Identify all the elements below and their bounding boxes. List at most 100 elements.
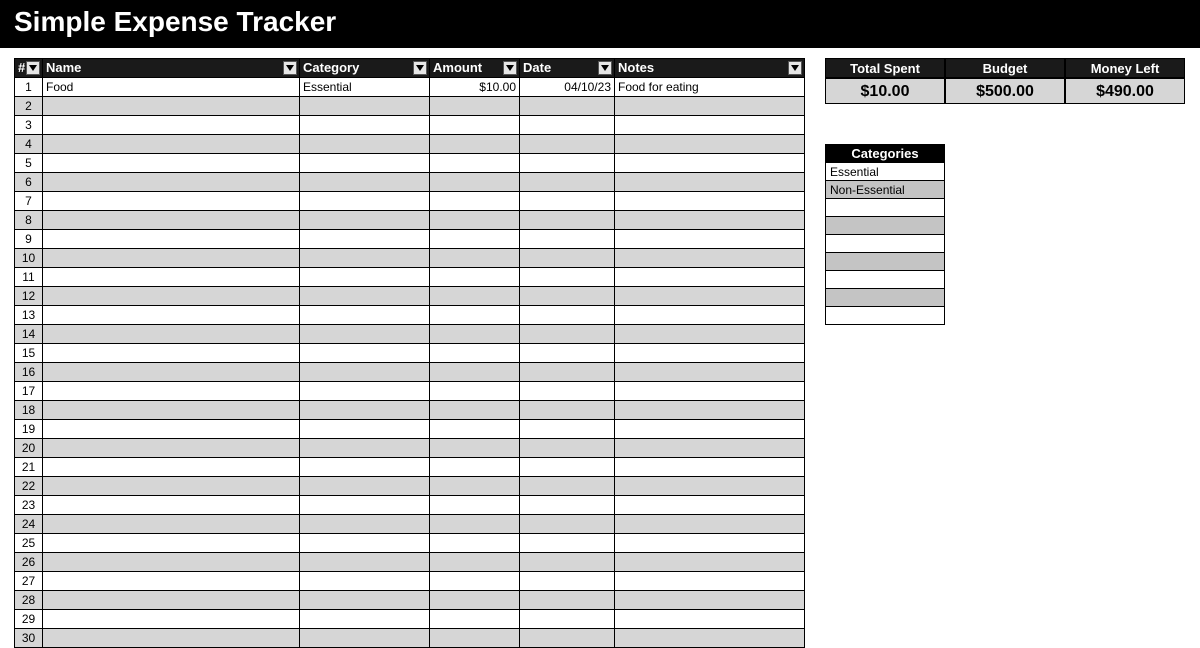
cell-category[interactable] (300, 534, 430, 553)
table-row[interactable]: 1FoodEssential$10.0004/10/23Food for eat… (15, 78, 805, 97)
cell-category[interactable] (300, 629, 430, 648)
cell-amount[interactable] (430, 363, 520, 382)
category-cell[interactable] (826, 289, 945, 307)
cell-notes[interactable] (615, 287, 805, 306)
cell-amount[interactable] (430, 173, 520, 192)
cell-date[interactable] (520, 572, 615, 591)
column-header-notes[interactable]: Notes (615, 59, 805, 78)
filter-dropdown-icon[interactable] (503, 61, 517, 75)
cell-category[interactable] (300, 458, 430, 477)
column-header-name[interactable]: Name (43, 59, 300, 78)
cell-name[interactable] (43, 230, 300, 249)
cell-amount[interactable] (430, 344, 520, 363)
cell-amount[interactable] (430, 154, 520, 173)
cell-name[interactable] (43, 306, 300, 325)
table-row[interactable]: 5 (15, 154, 805, 173)
category-row[interactable] (826, 217, 945, 235)
table-row[interactable]: 3 (15, 116, 805, 135)
cell-category[interactable] (300, 439, 430, 458)
category-cell[interactable] (826, 253, 945, 271)
cell-category[interactable] (300, 230, 430, 249)
cell-date[interactable] (520, 420, 615, 439)
category-row[interactable] (826, 307, 945, 325)
cell-notes[interactable]: Food for eating (615, 78, 805, 97)
cell-date[interactable] (520, 610, 615, 629)
cell-name[interactable] (43, 534, 300, 553)
cell-category[interactable] (300, 154, 430, 173)
cell-name[interactable] (43, 116, 300, 135)
cell-name[interactable] (43, 344, 300, 363)
cell-notes[interactable] (615, 420, 805, 439)
table-row[interactable]: 9 (15, 230, 805, 249)
table-row[interactable]: 20 (15, 439, 805, 458)
cell-amount[interactable] (430, 401, 520, 420)
cell-amount[interactable] (430, 572, 520, 591)
cell-notes[interactable] (615, 230, 805, 249)
cell-notes[interactable] (615, 496, 805, 515)
cell-amount[interactable]: $10.00 (430, 78, 520, 97)
cell-name[interactable] (43, 610, 300, 629)
cell-date[interactable] (520, 496, 615, 515)
table-row[interactable]: 14 (15, 325, 805, 344)
cell-amount[interactable] (430, 439, 520, 458)
category-row[interactable] (826, 253, 945, 271)
cell-amount[interactable] (430, 211, 520, 230)
table-row[interactable]: 8 (15, 211, 805, 230)
cell-name[interactable] (43, 211, 300, 230)
cell-name[interactable] (43, 363, 300, 382)
filter-dropdown-icon[interactable] (413, 61, 427, 75)
cell-date[interactable] (520, 591, 615, 610)
cell-date[interactable] (520, 439, 615, 458)
column-header-index[interactable]: # (15, 59, 43, 78)
cell-amount[interactable] (430, 534, 520, 553)
table-row[interactable]: 4 (15, 135, 805, 154)
category-row[interactable]: Non-Essential (826, 181, 945, 199)
table-row[interactable]: 2 (15, 97, 805, 116)
table-row[interactable]: 16 (15, 363, 805, 382)
category-cell[interactable] (826, 217, 945, 235)
cell-amount[interactable] (430, 477, 520, 496)
cell-name[interactable] (43, 173, 300, 192)
cell-notes[interactable] (615, 629, 805, 648)
category-cell[interactable] (826, 307, 945, 325)
cell-amount[interactable] (430, 230, 520, 249)
cell-amount[interactable] (430, 249, 520, 268)
category-cell[interactable] (826, 199, 945, 217)
cell-date[interactable] (520, 629, 615, 648)
cell-amount[interactable] (430, 306, 520, 325)
cell-notes[interactable] (615, 211, 805, 230)
cell-notes[interactable] (615, 591, 805, 610)
cell-name[interactable] (43, 154, 300, 173)
cell-date[interactable] (520, 211, 615, 230)
cell-category[interactable] (300, 610, 430, 629)
column-header-category[interactable]: Category (300, 59, 430, 78)
cell-amount[interactable] (430, 591, 520, 610)
category-row[interactable] (826, 199, 945, 217)
cell-notes[interactable] (615, 363, 805, 382)
category-row[interactable] (826, 271, 945, 289)
cell-notes[interactable] (615, 572, 805, 591)
cell-amount[interactable] (430, 116, 520, 135)
cell-category[interactable] (300, 496, 430, 515)
table-row[interactable]: 21 (15, 458, 805, 477)
cell-notes[interactable] (615, 154, 805, 173)
cell-notes[interactable] (615, 477, 805, 496)
cell-notes[interactable] (615, 249, 805, 268)
cell-name[interactable] (43, 325, 300, 344)
category-cell[interactable]: Essential (826, 163, 945, 181)
cell-category[interactable] (300, 382, 430, 401)
cell-category[interactable] (300, 420, 430, 439)
cell-category[interactable] (300, 173, 430, 192)
cell-category[interactable] (300, 306, 430, 325)
cell-amount[interactable] (430, 458, 520, 477)
cell-amount[interactable] (430, 496, 520, 515)
cell-date[interactable] (520, 382, 615, 401)
cell-name[interactable] (43, 515, 300, 534)
cell-name[interactable] (43, 268, 300, 287)
cell-date[interactable] (520, 135, 615, 154)
cell-category[interactable] (300, 249, 430, 268)
cell-name[interactable] (43, 553, 300, 572)
cell-date[interactable] (520, 287, 615, 306)
table-row[interactable]: 22 (15, 477, 805, 496)
cell-name[interactable] (43, 382, 300, 401)
